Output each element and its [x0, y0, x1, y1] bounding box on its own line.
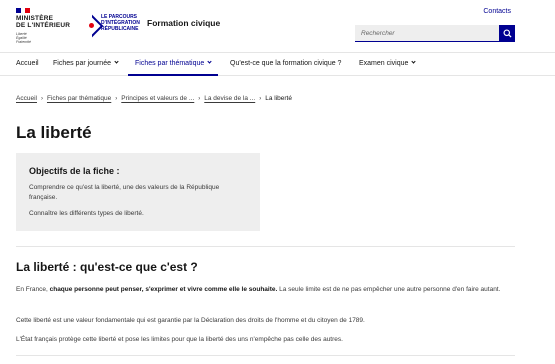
breadcrumb-separator: ›	[40, 96, 43, 102]
breadcrumb-link[interactable]: La devise de la ...	[204, 95, 255, 102]
nav-item-examen-civique[interactable]: Examen civique	[352, 53, 422, 76]
flag-icon	[16, 8, 31, 13]
partner-mark-icon	[82, 14, 98, 36]
republic-motto: Liberté Égalité Fraternité	[16, 32, 31, 44]
chevron-down-icon	[411, 59, 417, 64]
search-icon	[502, 29, 512, 38]
breadcrumb-separator: ›	[198, 96, 201, 102]
main-nav: Accueil Fiches par journée Fiches par th…	[0, 52, 555, 76]
breadcrumb: Accueil › Fiches par thématique › Principes …	[16, 95, 292, 102]
search-bar	[355, 25, 515, 42]
paragraph: En France, chaque personne peut penser, …	[16, 286, 501, 293]
chevron-down-icon	[207, 59, 212, 64]
nav-item-accueil[interactable]: Accueil	[9, 53, 46, 76]
partner-name: LE PARCOURS D'INTÉGRATION RÉPUBLICAINE	[101, 14, 140, 32]
site-header: MINISTÈRE DE L'INTÉRIEUR Liberté Égalité…	[0, 0, 555, 52]
objective-item: Comprendre ce qu'est la liberté, une des…	[29, 184, 220, 201]
search-input[interactable]	[355, 25, 499, 42]
nav-item-fiches-par-thematique[interactable]: Fiches par thématique	[128, 53, 219, 76]
breadcrumb-link[interactable]: Fiches par thématique	[47, 95, 111, 102]
partner-logo[interactable]: LE PARCOURS D'INTÉGRATION RÉPUBLICAINE	[82, 14, 140, 36]
section-divider	[16, 246, 515, 247]
section-title: La liberté : qu'est-ce que c'est ?	[16, 260, 198, 274]
contacts-link[interactable]: Contacts	[483, 8, 511, 15]
objectives-panel: Objectifs de la fiche : Comprendre ce qu…	[16, 153, 260, 231]
page-title: La liberté	[16, 123, 92, 142]
breadcrumb-separator: ›	[259, 96, 262, 102]
search-button[interactable]	[499, 25, 515, 42]
section-divider	[16, 355, 515, 356]
breadcrumb-link[interactable]: Principes et valeurs de ...	[121, 95, 194, 102]
objectives-title: Objectifs de la fiche :	[29, 166, 120, 176]
chevron-down-icon	[114, 59, 119, 64]
ministry-logo[interactable]: MINISTÈRE DE L'INTÉRIEUR Liberté Égalité…	[16, 8, 70, 44]
nav-item-fiches-par-journee[interactable]: Fiches par journée	[46, 53, 125, 76]
nav-item-formation-civique[interactable]: Qu'est-ce que la formation civique ?	[223, 53, 348, 76]
breadcrumb-link[interactable]: Accueil	[16, 95, 37, 102]
objective-item: Connaître les différents types de libert…	[29, 210, 144, 217]
ministry-name: MINISTÈRE DE L'INTÉRIEUR	[16, 15, 71, 29]
paragraph: Cette liberté est une valeur fondamental…	[16, 317, 365, 324]
site-title[interactable]: Formation civique	[147, 18, 220, 28]
paragraph: L'État français protège cette liberté et…	[16, 336, 343, 343]
breadcrumb-separator: ›	[115, 96, 118, 102]
breadcrumb-current: La liberté	[265, 95, 292, 102]
